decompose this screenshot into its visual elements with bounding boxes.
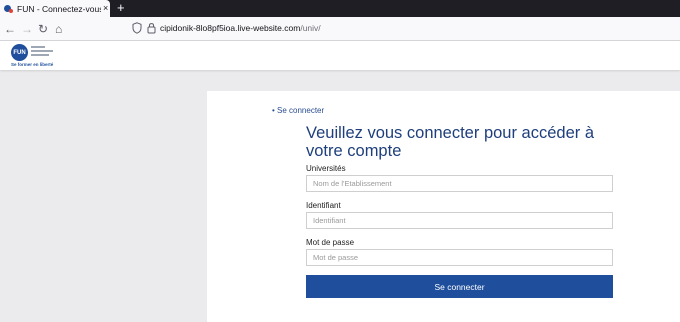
- forward-arrow-icon[interactable]: →: [21, 20, 33, 38]
- password-input[interactable]: [306, 249, 613, 266]
- address-bar[interactable]: cipidonik-8lo8pf5ioa.live-website.com/un…: [160, 23, 321, 33]
- page-title: Veuillez vous connecter pour accéder à v…: [306, 124, 595, 160]
- url-host: cipidonik-8lo8pf5ioa.live-website.com: [160, 23, 301, 33]
- navigation-bar: ← → ↻ ⌂ cipidonik-8lo8pf5ioa.live-websit…: [0, 17, 680, 41]
- universities-input[interactable]: [306, 175, 613, 192]
- username-label: Identifiant: [306, 201, 341, 210]
- home-icon[interactable]: ⌂: [55, 20, 62, 38]
- fun-logo[interactable]: FUN: [11, 44, 28, 61]
- url-path: /univ/: [300, 23, 321, 33]
- breadcrumb[interactable]: • Se connecter: [272, 106, 324, 115]
- tab-strip: FUN - Connectez-vous à votre compte × +: [0, 0, 680, 17]
- close-icon[interactable]: ×: [103, 4, 108, 13]
- universities-label: Universités: [306, 164, 346, 173]
- lock-icon[interactable]: [147, 22, 156, 34]
- plus-icon[interactable]: +: [117, 1, 125, 15]
- tab-active[interactable]: FUN - Connectez-vous à votre compte ×: [0, 0, 110, 17]
- password-label: Mot de passe: [306, 238, 355, 247]
- login-button[interactable]: Se connecter: [306, 275, 613, 298]
- logo-wordmark: [31, 46, 57, 58]
- reload-icon[interactable]: ↻: [38, 20, 48, 38]
- shield-icon[interactable]: [132, 22, 142, 34]
- tab-title: FUN - Connectez-vous à votre compte: [17, 3, 101, 14]
- username-input[interactable]: [306, 212, 613, 229]
- logo-tagline: Se former en liberté: [11, 62, 54, 67]
- fun-favicon-icon: [4, 5, 13, 13]
- site-header: FUN Se former en liberté: [0, 41, 680, 70]
- back-arrow-icon[interactable]: ←: [4, 20, 16, 38]
